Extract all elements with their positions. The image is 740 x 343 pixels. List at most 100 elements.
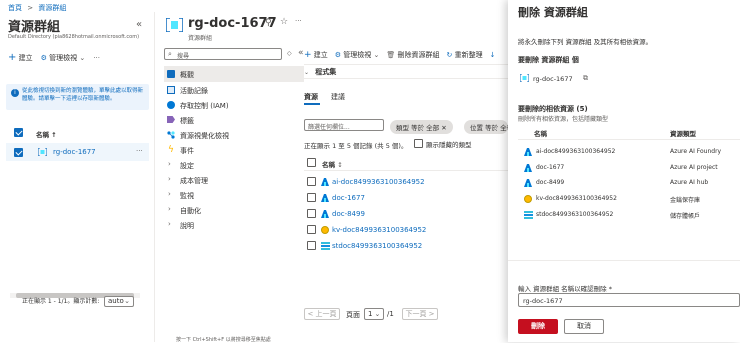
storage-icon bbox=[524, 211, 533, 219]
row-checkbox[interactable] bbox=[307, 241, 316, 250]
row-checkbox[interactable] bbox=[14, 148, 23, 159]
page-label: 頁面 bbox=[346, 311, 360, 319]
resource-group-icon bbox=[37, 147, 48, 157]
info-banner: i 從此檢視切換到新的瀏覽體驗，單擊此處以取得新體驗。請單擊一下這裡以存取新體驗… bbox=[6, 84, 149, 110]
manage-view-button[interactable]: ⚙ 管理檢視 ⌄ bbox=[41, 53, 86, 63]
table-row[interactable]: kv-doc8499363100364952 bbox=[304, 222, 508, 238]
delete-resource-group-panel: 刪除 資源群組 將永久刪除下列 資源群組 及其所有相依資源。 要刪除 資源群組 … bbox=[508, 0, 740, 342]
close-icon[interactable]: ✕ bbox=[441, 124, 446, 132]
reorder-icon[interactable]: ◇ bbox=[287, 50, 292, 57]
column-header-type: 資源類型 bbox=[670, 130, 696, 138]
record-count: 正在顯示 1 至 5 個記錄 (共 5 個)。 bbox=[304, 142, 408, 150]
chevron-down-icon: ⌄ bbox=[304, 69, 310, 76]
chevron-right-icon: › bbox=[168, 220, 171, 228]
resource-groups-pane: 資源群組 Default Directory (pia8628hotmail.o… bbox=[0, 12, 155, 342]
more-icon[interactable]: ··· bbox=[295, 17, 302, 25]
row-checkbox[interactable] bbox=[307, 193, 316, 202]
search-icon: ⌕ bbox=[168, 50, 172, 58]
tag-icon bbox=[167, 116, 175, 123]
table-row[interactable]: ai-doc8499363100364952 bbox=[304, 174, 508, 190]
tab-resources[interactable]: 資源 bbox=[304, 92, 318, 102]
menu-item-events[interactable]: ϟ 事件 bbox=[164, 142, 304, 157]
blade-title: rg-doc-1677 bbox=[188, 16, 277, 31]
collapse-icon[interactable]: « bbox=[136, 19, 142, 30]
menu-item-iam[interactable]: 存取控制 (IAM) bbox=[164, 97, 304, 112]
menu-search-input[interactable]: ⌕ 搜尋 bbox=[164, 48, 282, 60]
download-icon[interactable]: ↓ bbox=[490, 51, 496, 59]
resource-group-link[interactable]: rg-doc-1677 bbox=[53, 148, 96, 156]
row-more-button[interactable]: ··· bbox=[136, 147, 143, 155]
chevron-right-icon: › bbox=[168, 175, 171, 183]
dependent-resources-note: 刪除所有相依資源，包括隱藏類型 bbox=[518, 116, 609, 123]
activity-log-icon bbox=[167, 86, 175, 94]
info-link[interactable]: 從此檢視切換到新的瀏覽體驗，單擊此處以取得新體驗。請單擊一下這裡以存取新體驗。 bbox=[22, 87, 144, 103]
filter-location-pill[interactable]: 位置 等於 全部 bbox=[464, 120, 508, 134]
more-button[interactable]: ··· bbox=[93, 54, 100, 62]
menu-group-settings[interactable]: › 設定 bbox=[164, 157, 304, 172]
filter-type-pill[interactable]: 類型 等於 全部 ✕ bbox=[390, 120, 453, 134]
cancel-button[interactable]: 取消 bbox=[564, 319, 604, 334]
overview-icon bbox=[167, 70, 175, 78]
select-all-checkbox[interactable] bbox=[14, 128, 23, 139]
menu-item-overview[interactable]: 概觀 bbox=[164, 66, 304, 82]
column-header-name: 名稱 bbox=[534, 130, 547, 138]
column-header-name[interactable]: 名稱 ↕ bbox=[322, 159, 343, 169]
trash-icon: 🗑 bbox=[386, 51, 396, 59]
blade-subtitle: 資源群組 bbox=[188, 35, 213, 42]
page-size-select[interactable]: auto ⌄ bbox=[104, 296, 134, 307]
create-resource-button[interactable]: + 建立 bbox=[304, 50, 328, 60]
pin-icon[interactable]: ⚲ bbox=[265, 18, 272, 28]
table-row[interactable]: doc-8499 bbox=[304, 206, 508, 222]
resource-group-icon bbox=[165, 17, 184, 33]
collapse-menu-icon[interactable]: « bbox=[298, 48, 304, 58]
menu-item-visualizer[interactable]: 資源視覺化檢視 bbox=[164, 127, 304, 142]
menu-group-monitoring[interactable]: › 監視 bbox=[164, 187, 304, 202]
table-row[interactable]: doc-1677 bbox=[304, 190, 508, 206]
copy-icon[interactable]: ⧉ bbox=[583, 74, 588, 83]
resource-group-icon bbox=[519, 73, 530, 83]
gear-icon: ⚙ bbox=[40, 53, 47, 62]
table-row[interactable]: stdoc8499363100364952 bbox=[304, 238, 508, 254]
confirm-name-input[interactable]: rg-doc-1677 bbox=[518, 293, 740, 307]
essentials-toggle[interactable]: ⌄ 程式集 bbox=[304, 67, 336, 77]
tab-recommendations[interactable]: 建議 bbox=[331, 92, 345, 102]
table-row[interactable]: rg-doc-1677 ··· bbox=[6, 143, 149, 161]
menu-group-cost[interactable]: › 成本管理 bbox=[164, 172, 304, 187]
delete-resource-group-button[interactable]: 🗑 刪除資源群組 bbox=[386, 50, 439, 60]
menu-item-activity-log[interactable]: 活動記錄 bbox=[164, 82, 304, 97]
chevron-right-icon: › bbox=[168, 205, 171, 213]
list-item: kv-doc8499363100364952 金鑰保存庫 bbox=[518, 192, 740, 208]
previous-page-button[interactable]: < 上一頁 bbox=[304, 308, 340, 320]
next-page-button[interactable]: 下一頁 > bbox=[402, 308, 438, 320]
filter-input[interactable]: 篩選任何欄位... bbox=[304, 119, 384, 131]
search-placeholder: 搜尋 bbox=[177, 53, 190, 60]
column-header-name[interactable]: 名稱 ↑ bbox=[36, 129, 57, 139]
storage-icon bbox=[321, 242, 330, 250]
row-checkbox[interactable] bbox=[307, 177, 316, 186]
row-checkbox[interactable] bbox=[307, 225, 316, 234]
chevron-down-icon: ⌄ bbox=[79, 53, 86, 62]
dialog-description: 將永久刪除下列 資源群組 及其所有相依資源。 bbox=[518, 38, 653, 46]
directory-subtitle: Default Directory (pia8628hotmail.onmicr… bbox=[8, 34, 140, 40]
create-button[interactable]: + 建立 bbox=[8, 52, 33, 63]
iam-icon bbox=[167, 101, 175, 109]
delete-button[interactable]: 刪除 bbox=[518, 319, 558, 334]
section-resource-group: 要刪除 資源群組 個 bbox=[518, 56, 579, 64]
menu-item-tags[interactable]: 標籤 bbox=[164, 112, 304, 127]
menu-group-help[interactable]: › 說明 bbox=[164, 217, 304, 232]
breadcrumb-current[interactable]: 資源群組 bbox=[38, 4, 66, 12]
refresh-button[interactable]: ↻ 重新整理 bbox=[447, 50, 483, 60]
show-hidden-toggle[interactable]: 顯示隱藏的類型 bbox=[414, 139, 472, 150]
menu-group-automation[interactable]: › 自動化 bbox=[164, 202, 304, 217]
ai-hub-icon bbox=[524, 179, 532, 187]
resource-group-blade: rg-doc-1677 資源群組 ⚲ ☆ ··· ⌕ 搜尋 ◇ « 概觀 活動記… bbox=[158, 12, 508, 343]
select-all-checkbox[interactable] bbox=[307, 158, 316, 169]
breadcrumb-home[interactable]: 首頁 bbox=[8, 4, 22, 12]
manage-view-button[interactable]: ⚙ 管理檢視 ⌄ bbox=[335, 50, 380, 60]
list-item: doc-8499 Azure AI hub bbox=[518, 176, 740, 192]
plus-icon: + bbox=[304, 50, 312, 60]
star-icon[interactable]: ☆ bbox=[280, 17, 288, 27]
row-checkbox[interactable] bbox=[307, 209, 316, 218]
page-number-select[interactable]: 1 ⌄ bbox=[364, 308, 384, 320]
page-total: /1 bbox=[387, 310, 394, 318]
